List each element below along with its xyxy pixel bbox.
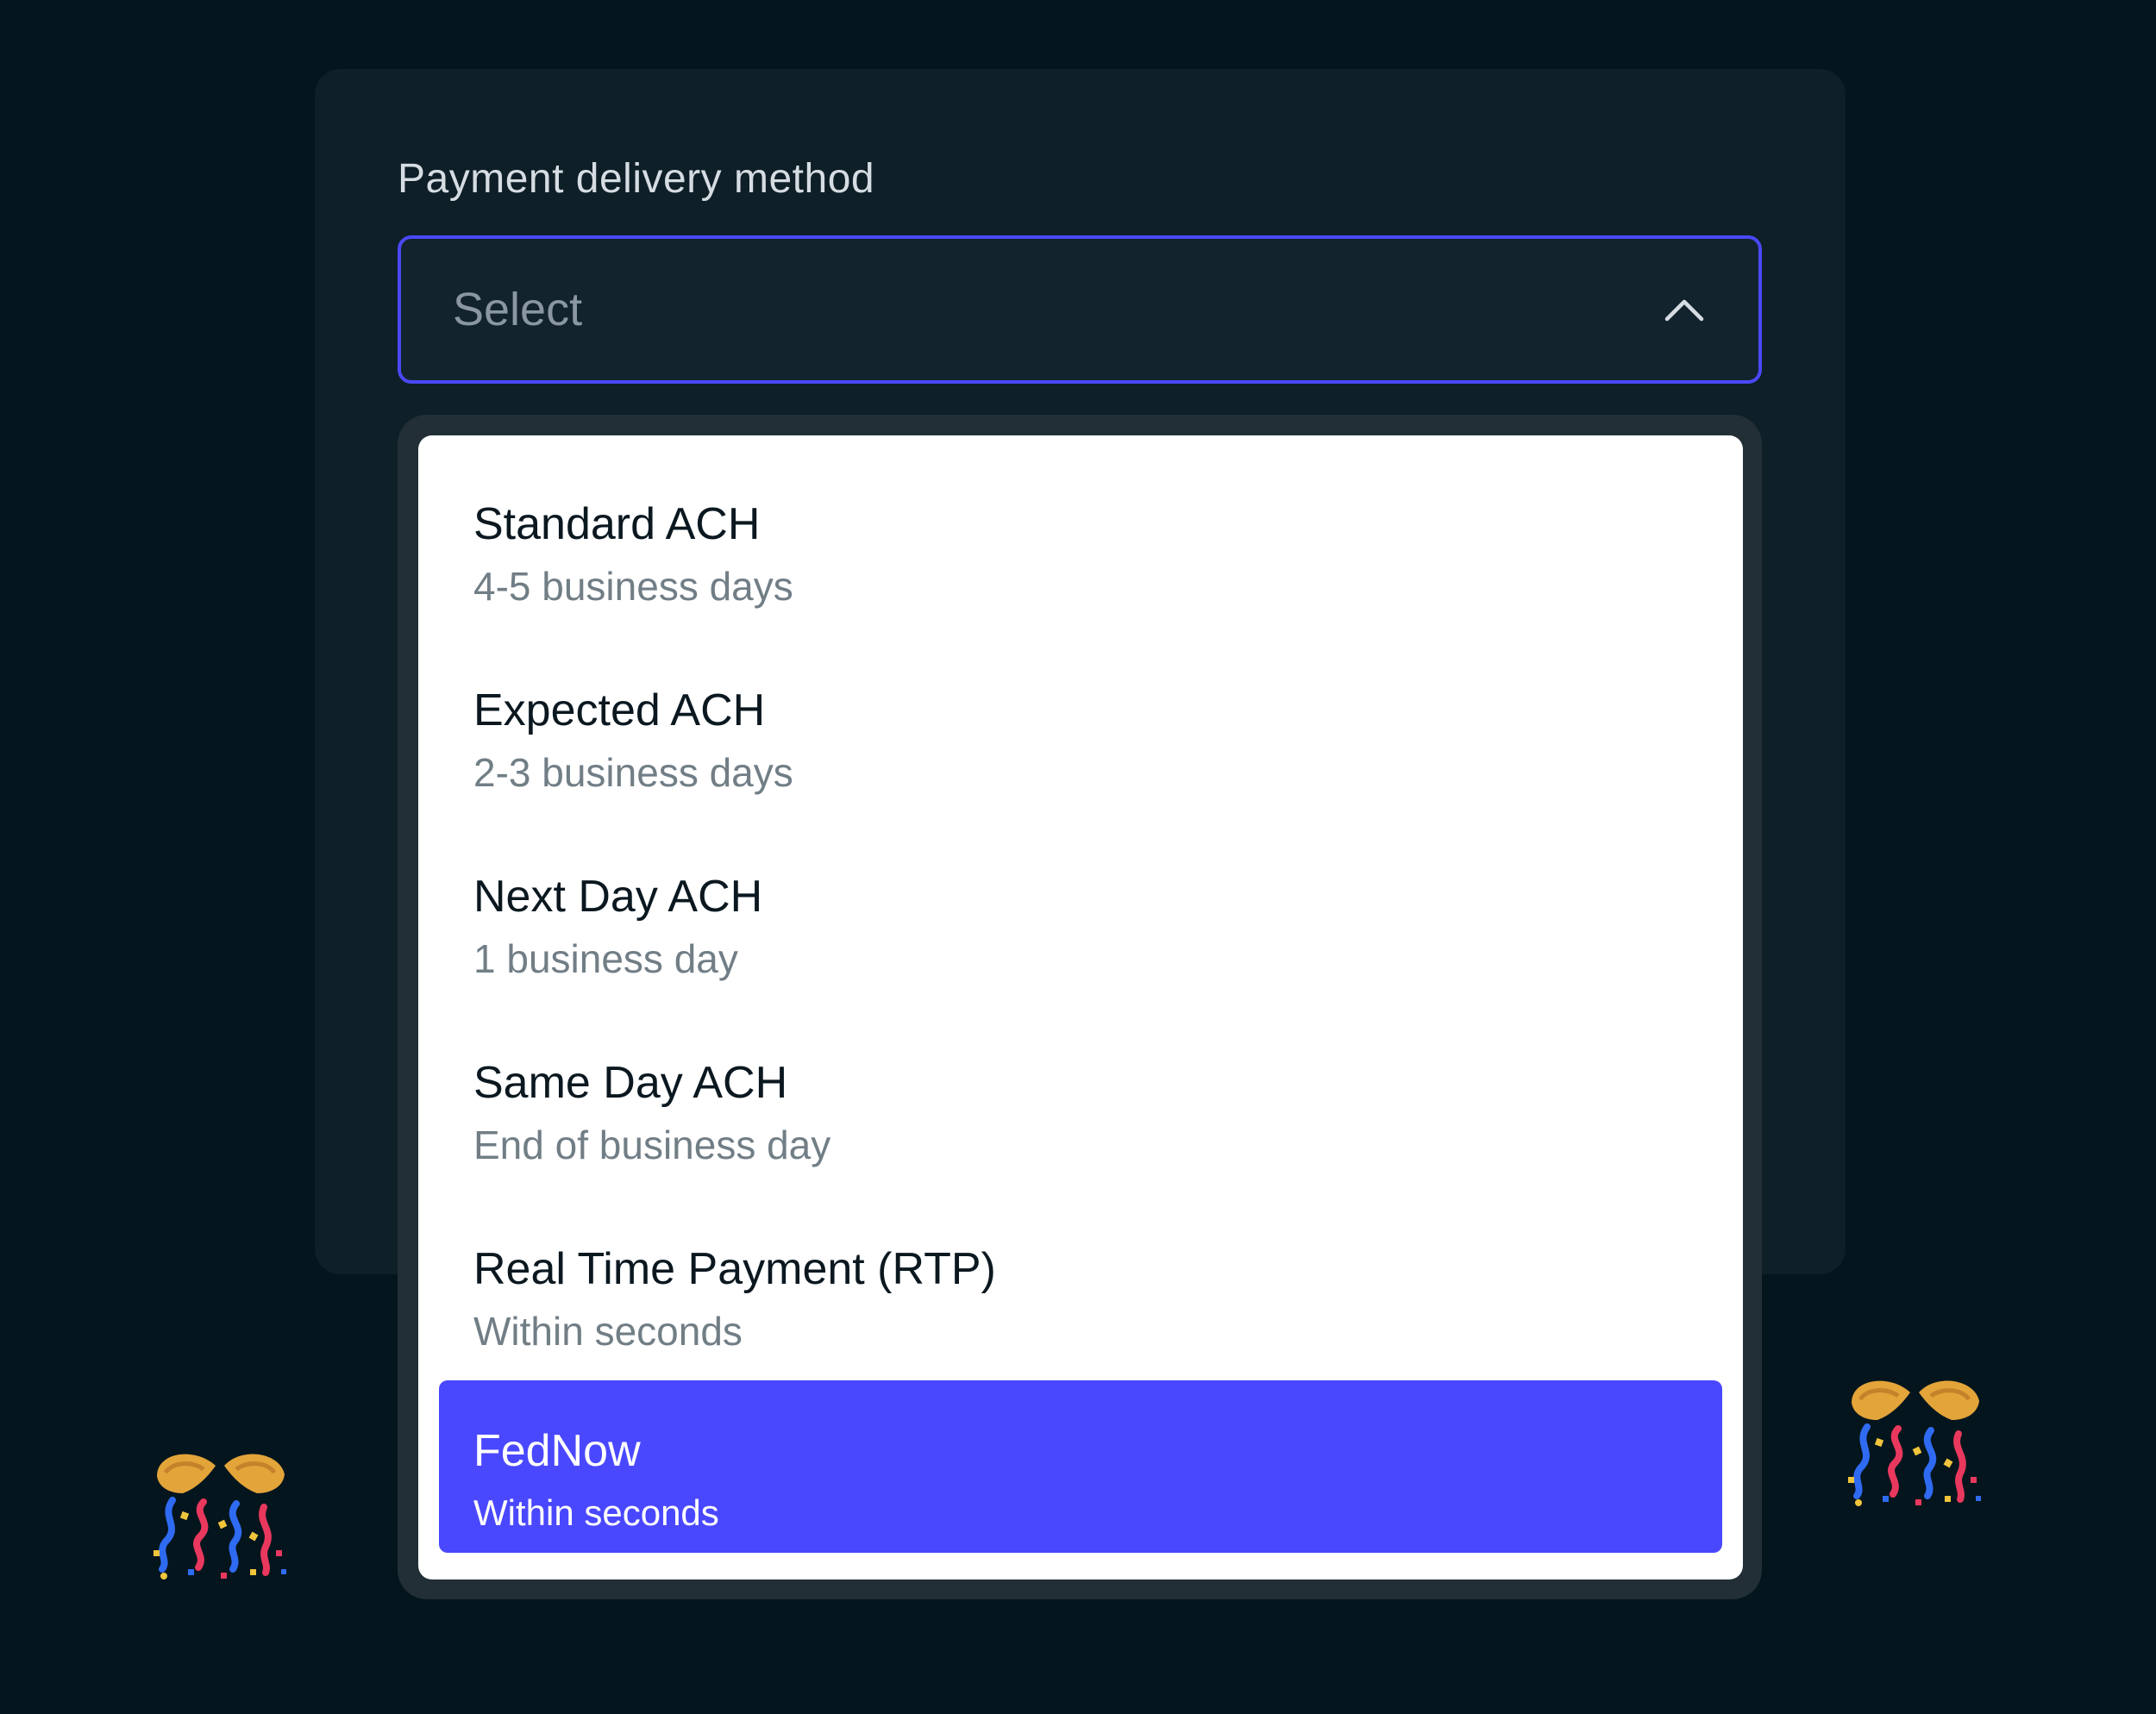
option-same-day-ach[interactable]: Same Day ACH End of business day (439, 1012, 1722, 1185)
option-expected-ach[interactable]: Expected ACH 2-3 business days (439, 640, 1722, 812)
dropdown-list: Standard ACH 4-5 business days Expected … (418, 435, 1743, 1580)
option-fednow[interactable]: FedNow Within seconds (439, 1380, 1722, 1553)
payment-method-select[interactable]: Select (398, 235, 1762, 384)
option-title: Next Day ACH (473, 872, 763, 922)
option-subtitle: Within seconds (473, 1309, 743, 1354)
option-subtitle: 2-3 business days (473, 750, 793, 795)
option-title: Real Time Payment (RTP) (473, 1244, 996, 1294)
option-rtp[interactable]: Real Time Payment (RTP) Within seconds (439, 1198, 1722, 1371)
option-title: FedNow (473, 1426, 641, 1476)
option-title: Expected ACH (473, 685, 766, 735)
option-title: Same Day ACH (473, 1058, 788, 1108)
option-title: Standard ACH (473, 499, 761, 549)
option-subtitle: End of business day (473, 1123, 831, 1167)
party-popper-icon (1848, 1380, 1981, 1506)
party-popper-icon (154, 1454, 286, 1580)
select-placeholder: Select (453, 284, 583, 335)
chevron-up-icon (1664, 299, 1704, 322)
option-next-day-ach[interactable]: Next Day ACH 1 business day (439, 826, 1722, 998)
option-subtitle: 4-5 business days (473, 564, 793, 609)
option-subtitle: Within seconds (473, 1492, 719, 1533)
option-subtitle: 1 business day (473, 936, 738, 981)
option-standard-ach[interactable]: Standard ACH 4-5 business days (439, 454, 1722, 626)
field-label: Payment delivery method (398, 156, 875, 202)
